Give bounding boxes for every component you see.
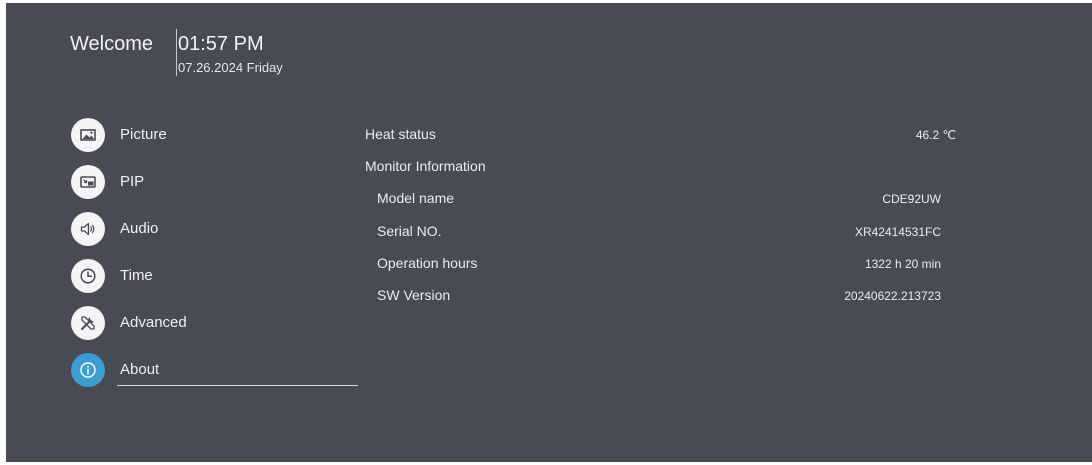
operation-hours-label: Operation hours	[377, 255, 478, 271]
model-name-value: CDE92UW	[882, 192, 941, 206]
menu-item-time[interactable]: Time	[71, 259, 371, 293]
menu-item-label: Time	[120, 267, 153, 284]
menu-item-label: Advanced	[120, 314, 187, 331]
menu-item-advanced[interactable]: Advanced	[71, 306, 371, 340]
clock-date: 07.26.2024 Friday	[178, 60, 283, 75]
selected-item-underline	[117, 385, 358, 386]
info-icon	[71, 353, 105, 387]
sw-version-value: 20240622.213723	[844, 289, 941, 303]
monitor-information-heading: Monitor Information	[365, 158, 486, 174]
heat-status-value: 46.2 ℃	[915, 128, 956, 142]
osd-screen: Welcome 01:57 PM 07.26.2024 Friday Pictu…	[6, 3, 1092, 462]
menu-item-label: Picture	[120, 126, 167, 143]
menu-item-pip[interactable]: PIP	[71, 165, 371, 199]
header-divider	[176, 29, 177, 76]
sw-version-label: SW Version	[377, 287, 451, 303]
menu-item-label: PIP	[120, 173, 145, 190]
pip-icon	[71, 165, 105, 199]
menu-item-about[interactable]: About	[71, 353, 371, 387]
tools-icon	[71, 306, 105, 340]
clock-icon	[71, 259, 105, 293]
speaker-icon	[71, 212, 105, 246]
menu-item-label: About	[120, 361, 160, 378]
heat-status-label: Heat status	[365, 126, 436, 142]
menu-item-picture[interactable]: Picture	[71, 118, 371, 152]
operation-hours-value: 1322 h 20 min	[864, 257, 941, 271]
clock-time: 01:57 PM	[178, 33, 264, 55]
picture-icon	[71, 118, 105, 152]
serial-number-label: Serial NO.	[377, 223, 442, 239]
model-name-label: Model name	[377, 190, 455, 206]
menu-item-audio[interactable]: Audio	[71, 212, 371, 246]
menu-item-label: Audio	[120, 220, 159, 237]
welcome-title: Welcome	[70, 33, 153, 55]
serial-number-value: XR42414531FC	[854, 225, 941, 239]
